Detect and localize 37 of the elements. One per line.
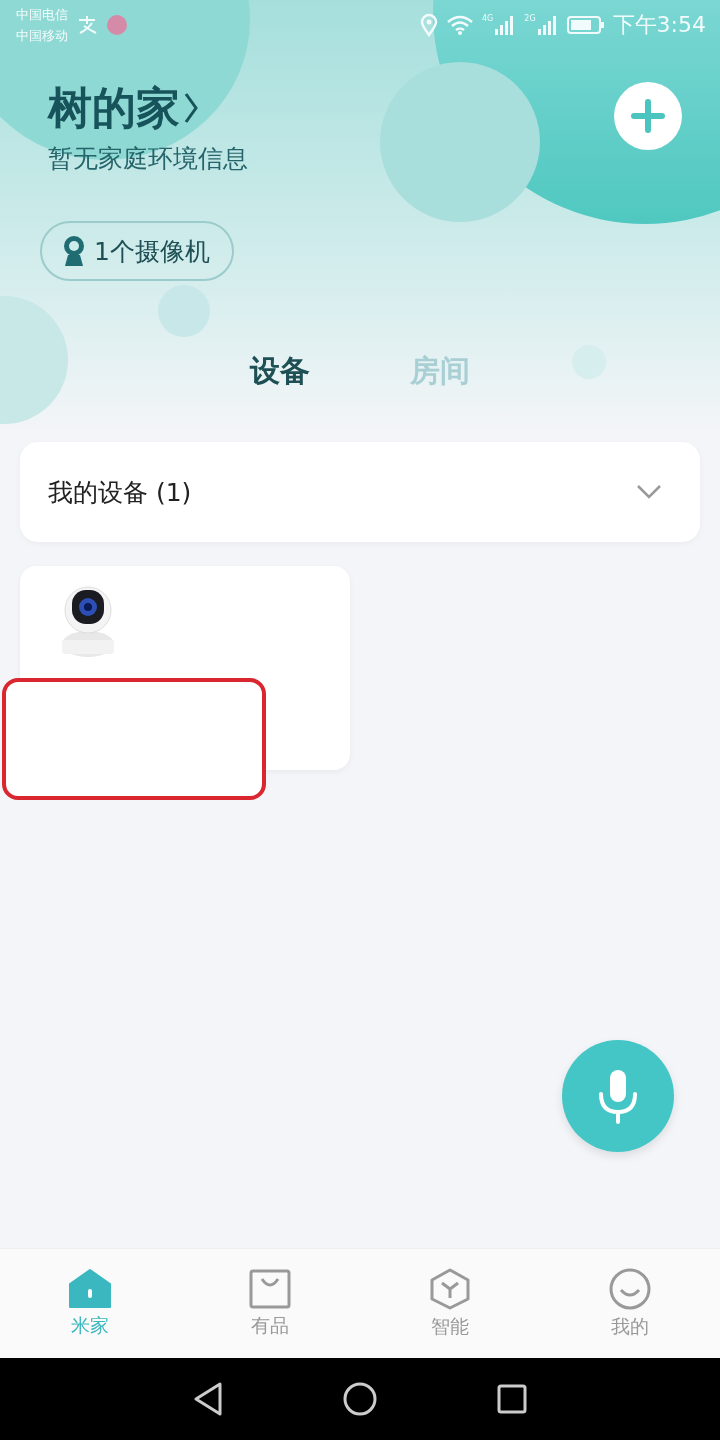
- camera-drawing: [60, 586, 116, 658]
- nav-item[interactable]: 有品: [180, 1249, 360, 1359]
- nav-item[interactable]: 米家: [0, 1249, 180, 1359]
- environment-info: 暂无家庭环境信息: [48, 143, 249, 175]
- location-icon: [420, 13, 438, 37]
- clock-time: 下午3:54: [612, 11, 706, 39]
- camera-chip[interactable]: 1个摄像机: [40, 221, 234, 281]
- back-icon: [193, 1382, 223, 1416]
- device-group-header[interactable]: 我的设备 (1): [20, 442, 700, 542]
- chevron-down-icon: [636, 484, 662, 500]
- recents-button[interactable]: [497, 1384, 527, 1414]
- home-name[interactable]: 树的家: [48, 80, 180, 136]
- carrier-name: 中国移动: [16, 27, 68, 45]
- nav-item[interactable]: 我的: [540, 1249, 720, 1359]
- app-badge-icon: [106, 14, 128, 36]
- plus-icon: [631, 99, 665, 133]
- chevron-right-icon[interactable]: [184, 92, 198, 124]
- signal-icon: [536, 14, 559, 36]
- back-button[interactable]: [193, 1382, 223, 1416]
- nav-item[interactable]: 智能: [360, 1249, 540, 1359]
- network-type: 4G: [482, 14, 494, 24]
- microphone-icon: [598, 1068, 638, 1124]
- tab[interactable]: 设备: [250, 351, 310, 392]
- home-icon: [69, 1269, 111, 1309]
- circle-icon: [343, 1382, 377, 1416]
- battery-icon: [566, 15, 605, 35]
- smiley-icon: [609, 1268, 651, 1310]
- wifi-icon: [446, 14, 474, 36]
- group-label: 我的设备 (1): [48, 476, 193, 509]
- tab[interactable]: 房间: [410, 351, 470, 392]
- bag-icon: [249, 1269, 291, 1309]
- square-icon: [497, 1384, 527, 1414]
- hexagon-icon: [429, 1268, 471, 1310]
- network-type: 2G: [524, 14, 536, 24]
- home-button[interactable]: [343, 1382, 377, 1416]
- carrier-name: 中国电信: [16, 6, 68, 24]
- camera-icon: [62, 235, 86, 267]
